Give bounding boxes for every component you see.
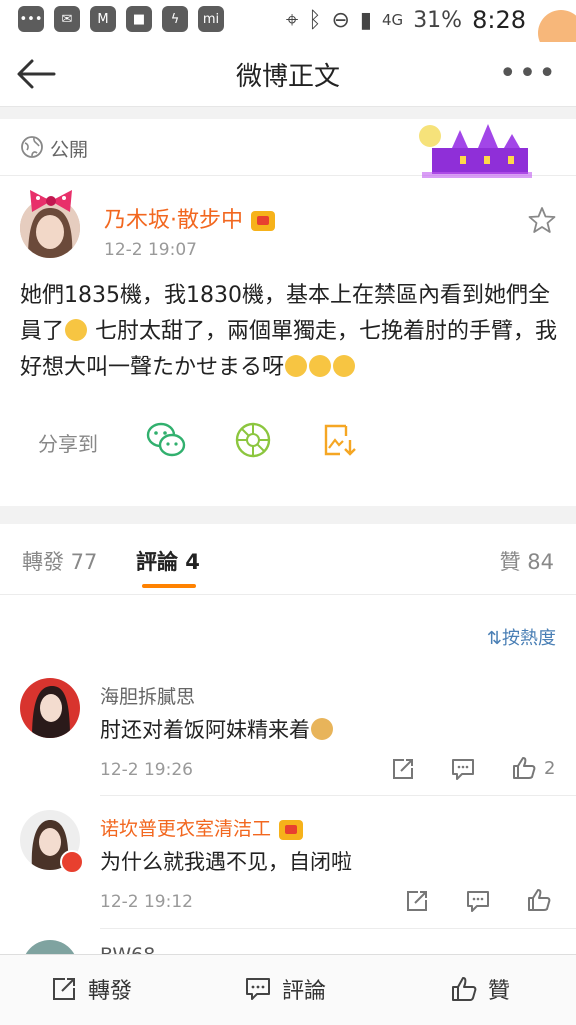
share-label: 分享到 bbox=[38, 432, 98, 456]
comment-time: 12-2 19:26 bbox=[100, 760, 193, 780]
post-time: 12-2 19:07 bbox=[104, 240, 197, 260]
bluetooth-icon: ᛒ bbox=[308, 7, 322, 33]
system-icons: ⌖ ᛒ ⊖ ▮ 4G 31% 8:28 bbox=[286, 6, 526, 34]
reply-comment-icon[interactable] bbox=[450, 756, 476, 782]
mi-icon: mi bbox=[198, 6, 224, 32]
comment-text-content: 肘还对着饭阿妹精来着 bbox=[100, 718, 310, 742]
repost-comment-icon[interactable] bbox=[404, 888, 430, 914]
comment-divider bbox=[100, 795, 576, 796]
comment-divider bbox=[100, 928, 576, 929]
crying-emoji-icon bbox=[309, 355, 332, 377]
clock: 8:28 bbox=[472, 6, 526, 34]
thumbs-up-icon bbox=[452, 977, 477, 1001]
lte-signal-icon: 4G bbox=[382, 11, 404, 29]
doge-emoji-icon bbox=[311, 718, 333, 740]
sad-face-emoji-icon bbox=[65, 319, 88, 341]
status-bar: ••• ✉ M ■ ϟ mi ⌖ ᛒ ⊖ ▮ 4G 31% 8:28 bbox=[0, 0, 576, 56]
page-title: 微博正文 bbox=[235, 62, 340, 92]
vip-crown-icon bbox=[279, 819, 304, 840]
notification-icons: ••• ✉ M ■ ϟ mi bbox=[18, 6, 224, 32]
comment-icon bbox=[246, 978, 270, 1000]
post-body: 她們1835機，我1830機，基本上在禁區內看到她們全員了 七肘太甜了，兩個單獨… bbox=[20, 278, 560, 386]
repost-icon bbox=[53, 978, 75, 1000]
like-comment-icon[interactable] bbox=[511, 755, 537, 781]
signal-icon: ▮ bbox=[359, 7, 373, 33]
location-icon: ⌖ bbox=[285, 7, 299, 33]
save-image-icon[interactable] bbox=[320, 420, 360, 460]
globe-icon bbox=[21, 136, 43, 158]
mail-icon: ✉ bbox=[54, 6, 80, 32]
sort-icon: ⇅ bbox=[486, 628, 502, 649]
commenter-name[interactable]: 海胆拆膩思 bbox=[100, 682, 195, 709]
moments-share-icon[interactable] bbox=[233, 420, 273, 460]
favorite-star-icon[interactable] bbox=[528, 206, 556, 234]
video-icon: ■ bbox=[126, 6, 152, 32]
repost-label: 轉發 bbox=[88, 979, 133, 1004]
vip-crown-icon bbox=[251, 211, 275, 231]
author-name-text[interactable]: 乃木坂·散步中 bbox=[104, 208, 243, 233]
author-name[interactable]: 乃木坂·散步中 bbox=[104, 202, 275, 234]
messenger-icon: ϟ bbox=[162, 6, 188, 32]
chat-bubbles-icon: ••• bbox=[18, 6, 44, 32]
nav-bar: 微博正文 ••• bbox=[0, 42, 576, 107]
commenter-name[interactable]: 诺坎普更衣室清洁工 bbox=[100, 814, 304, 841]
comment-time: 12-2 19:12 bbox=[100, 892, 193, 912]
commenter-name-text[interactable]: 诺坎普更衣室清洁工 bbox=[100, 818, 271, 840]
more-options-icon[interactable]: ••• bbox=[499, 56, 558, 91]
wechat-share-icon[interactable] bbox=[146, 420, 186, 460]
comment-text: 肘还对着饭阿妹精来着 bbox=[100, 714, 334, 744]
comment-button[interactable]: 評論 bbox=[244, 973, 326, 1005]
tab-likes[interactable]: 贊 84 bbox=[500, 546, 554, 576]
sort-by-heat-button[interactable]: ⇅按熱度 bbox=[487, 624, 556, 650]
section-gap bbox=[0, 107, 576, 119]
repost-button[interactable]: 轉發 bbox=[50, 973, 132, 1005]
castle-decoration-icon bbox=[419, 124, 532, 178]
like-label: 贊 bbox=[488, 979, 511, 1004]
verified-badge-icon bbox=[60, 850, 84, 874]
active-tab-indicator bbox=[142, 584, 196, 588]
bow-decoration-icon bbox=[30, 190, 72, 212]
commenter-avatar[interactable] bbox=[20, 678, 80, 738]
dnd-icon: ⊖ bbox=[331, 7, 350, 33]
like-button[interactable]: 贊 bbox=[450, 973, 510, 1005]
battery-percent: 31% bbox=[413, 7, 463, 33]
sort-label: 按熱度 bbox=[502, 628, 556, 649]
gmail-icon: M bbox=[90, 6, 116, 32]
tab-comments[interactable]: 評論 4 bbox=[136, 546, 200, 576]
interaction-tabs: 轉發 77 評論 4 贊 84 bbox=[0, 524, 576, 595]
comment-text: 为什么就我遇不见，自闭啦 bbox=[100, 850, 352, 874]
crying-emoji-icon bbox=[333, 355, 356, 377]
like-comment-icon[interactable] bbox=[526, 887, 552, 913]
visibility-label: 公開 bbox=[50, 139, 89, 161]
commenter-name[interactable]: BW68 bbox=[100, 944, 155, 954]
comment-label: 評論 bbox=[282, 979, 327, 1004]
bottom-action-bar: 轉發 評論 贊 bbox=[0, 954, 576, 1025]
repost-comment-icon[interactable] bbox=[390, 756, 416, 782]
comment-like-count: 2 bbox=[544, 758, 556, 779]
tab-reposts[interactable]: 轉發 77 bbox=[22, 546, 97, 576]
section-gap bbox=[0, 506, 576, 524]
crying-emoji-icon bbox=[285, 355, 308, 377]
reply-comment-icon[interactable] bbox=[465, 888, 491, 914]
